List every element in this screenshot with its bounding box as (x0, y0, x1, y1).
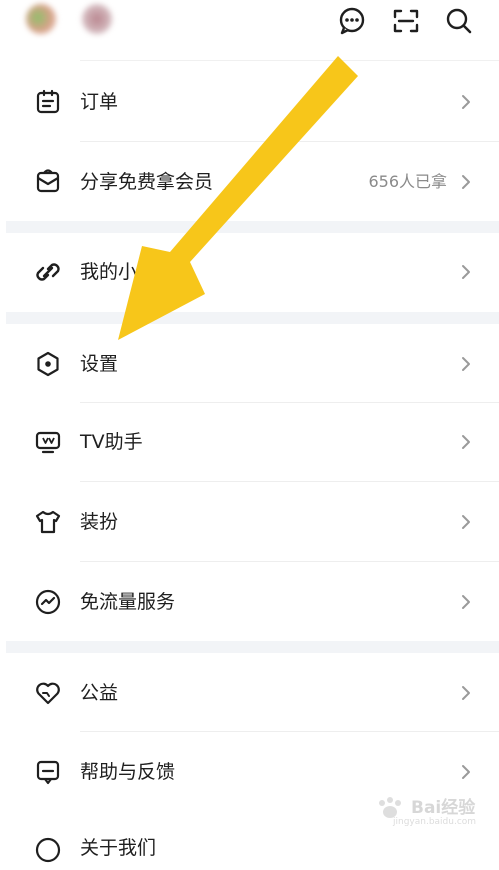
tshirt-icon (34, 508, 62, 536)
menu-item-orders[interactable]: 订单 (0, 82, 499, 122)
heart-icon (34, 679, 62, 707)
watermark-subtext: jingyan.baidu.com (393, 817, 477, 827)
menu-item-label: 装扮 (80, 511, 119, 533)
menu-item-tv-helper[interactable]: TV助手 (0, 422, 499, 462)
menu-item-label: 关于我们 (80, 837, 157, 859)
divider (80, 731, 499, 732)
divider (80, 141, 499, 142)
menu-item-mini-program[interactable]: 我的小程序 (0, 252, 499, 292)
chevron-right-icon (461, 594, 471, 610)
scan-icon[interactable] (391, 6, 421, 36)
menu-item-share-membership[interactable]: 分享免费拿会员 656人已拿 (0, 162, 499, 202)
feedback-icon (34, 758, 62, 786)
chevron-right-icon (461, 434, 471, 450)
chevron-right-icon (461, 264, 471, 280)
menu-item-free-data[interactable]: 免流量服务 (0, 582, 499, 622)
menu-item-label: 免流量服务 (80, 591, 176, 613)
menu-item-label: 我的小程序 (80, 261, 176, 283)
chevron-right-icon (461, 356, 471, 372)
section-gap (6, 312, 499, 324)
avatar[interactable] (26, 4, 56, 34)
link-icon (34, 258, 62, 286)
divider (80, 561, 499, 562)
menu-item-label: 设置 (80, 353, 119, 375)
menu-item-help-feedback[interactable]: 帮助与反馈 (0, 752, 499, 792)
gift-box-icon (34, 167, 62, 195)
chevron-right-icon (461, 94, 471, 110)
trend-circle-icon (34, 588, 62, 616)
chevron-right-icon (461, 174, 471, 190)
message-bubble-icon[interactable] (337, 6, 367, 36)
menu-item-label: 公益 (80, 682, 119, 704)
hexagon-settings-icon (34, 350, 62, 378)
watermark-text: Bai经验 (411, 798, 476, 818)
divider (80, 481, 499, 482)
menu-item-dress-up[interactable]: 装扮 (0, 502, 499, 542)
section-gap (6, 221, 499, 233)
tv-icon (34, 428, 62, 456)
section-gap (6, 641, 499, 653)
order-list-icon (34, 88, 62, 116)
chevron-right-icon (461, 514, 471, 530)
info-circle-icon (34, 836, 62, 864)
menu-item-label: TV助手 (80, 431, 143, 453)
menu-item-about[interactable]: 关于我们 (0, 830, 499, 870)
watermark-logo: Bai经验 jingyan.baidu.com (371, 793, 481, 833)
chevron-right-icon (461, 764, 471, 780)
search-icon[interactable] (444, 6, 474, 36)
menu-item-label: 分享免费拿会员 (80, 171, 214, 193)
chevron-right-icon (461, 685, 471, 701)
menu-item-label: 订单 (80, 91, 119, 113)
top-bar (0, 0, 499, 60)
share-count-text: 656人已拿 (368, 172, 447, 191)
menu-item-settings[interactable]: 设置 (0, 344, 499, 384)
secondary-avatar[interactable] (82, 4, 112, 34)
menu-item-label: 帮助与反馈 (80, 761, 176, 783)
menu-item-charity[interactable]: 公益 (0, 673, 499, 713)
divider (80, 60, 499, 61)
divider (80, 402, 499, 403)
